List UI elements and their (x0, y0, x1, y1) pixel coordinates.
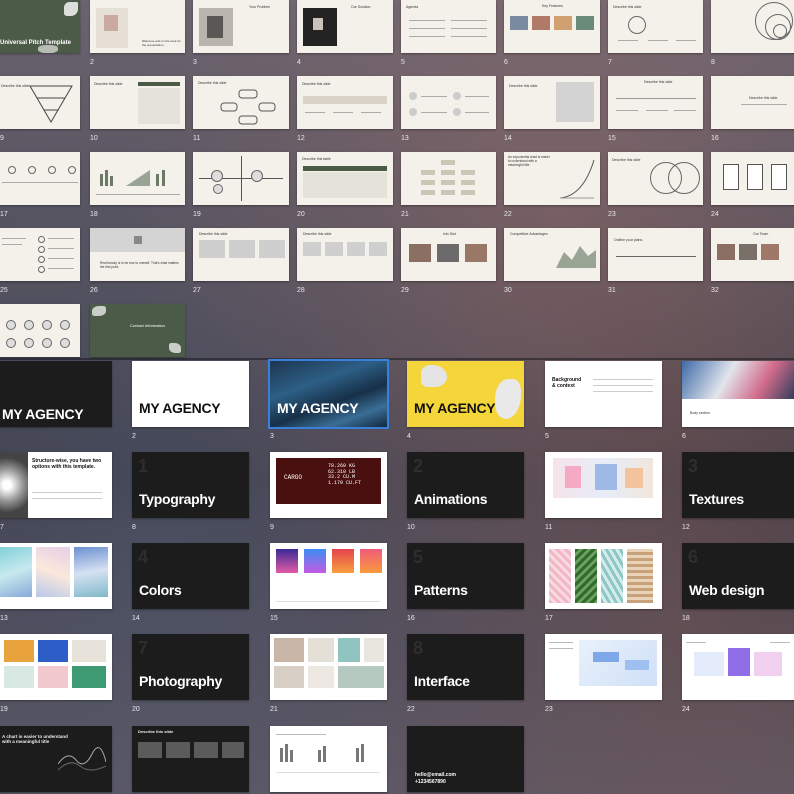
slide-thumb[interactable] (711, 0, 794, 53)
slide-thumb[interactable]: Describe this slide (504, 76, 600, 129)
slide-thumb[interactable]: Body section (682, 361, 794, 427)
slide-thumb[interactable]: Welcome and on the area for the presenta… (90, 0, 185, 53)
slide-thumb[interactable]: Universal Pitch Template (0, 0, 80, 53)
slide-thumb[interactable] (270, 726, 387, 792)
slide-thumb[interactable]: A chart is easier to understand with a m… (0, 726, 112, 792)
slide-thumb[interactable]: MY AGENCY (268, 359, 389, 429)
slide-thumb[interactable] (0, 228, 80, 281)
slide-thumb[interactable]: Info Slot (401, 228, 496, 281)
slide-thumb[interactable]: Background & context (545, 361, 662, 427)
slide-thumb[interactable]: Our Team (711, 228, 794, 281)
slide-thumb[interactable]: Competitive Advantages (504, 228, 600, 281)
slide-thumb[interactable]: Describe this slide (193, 76, 289, 129)
slide-thumb[interactable] (0, 152, 80, 205)
slide-thumb[interactable]: Describe this slide (608, 152, 703, 205)
slide-thumb[interactable]: Your Problem (193, 0, 289, 53)
slide-thumb[interactable]: Structure-wise, you have two options wit… (0, 452, 112, 518)
slide-thumb[interactable]: 5 Patterns (407, 543, 524, 609)
slide-thumb[interactable] (711, 152, 794, 205)
slide-thumb[interactable]: An exponential chart is easier to unders… (504, 152, 600, 205)
slide-thumb[interactable] (90, 152, 185, 205)
slide-thumb[interactable]: Describe this slide (608, 0, 703, 53)
slide-thumb[interactable] (0, 543, 112, 609)
slide-thumb[interactable]: 8 Interface (407, 634, 524, 700)
slide-thumb[interactable]: Agenda (401, 0, 496, 53)
section-divider (0, 358, 794, 360)
slide-thumb[interactable]: 2 Animations (407, 452, 524, 518)
slide-thumb[interactable]: hello@email.com +1234567890 (407, 726, 524, 792)
slide-thumb[interactable]: Contact Information (90, 304, 185, 357)
slide-thumb[interactable] (270, 543, 387, 609)
slide-thumb[interactable]: Outline your plans (608, 228, 703, 281)
slide-thumb[interactable]: 6 Web design (682, 543, 794, 609)
contact-phone: +1234567890 (415, 779, 446, 785)
slide-thumb[interactable]: MY AGENCY (0, 361, 112, 427)
slide-thumb[interactable] (682, 634, 794, 700)
slide-thumb[interactable]: Real beauty is to be true to oneself. Th… (90, 228, 185, 281)
slide-thumb[interactable]: Describe this slide (0, 76, 80, 129)
slide-thumb[interactable] (193, 152, 289, 205)
slide-thumb[interactable]: Describe this table (297, 152, 393, 205)
slide-thumb[interactable]: 3 Textures (682, 452, 794, 518)
slide-thumb[interactable]: Describe this slide (711, 76, 794, 129)
slide-thumb[interactable] (0, 634, 112, 700)
slide-thumb[interactable] (545, 543, 662, 609)
slide-thumb[interactable]: MY AGENCY (407, 361, 524, 427)
contact-email: hello@email.com (415, 772, 456, 778)
slide-thumb[interactable]: Key Features (504, 0, 600, 53)
slide-thumb[interactable]: 7 Photography (132, 634, 249, 700)
slide-thumb[interactable]: Describe this slide (297, 228, 393, 281)
slide-thumb[interactable]: Describe this slide (297, 76, 393, 129)
slide-thumb[interactable]: Describe this slide (193, 228, 289, 281)
slide-thumb[interactable]: Describe this slide (90, 76, 185, 129)
slide-thumb[interactable]: Our Solution (297, 0, 393, 53)
slide-thumb[interactable]: Describe this slide (608, 76, 703, 129)
slide-thumb[interactable]: Describe this slide (132, 726, 249, 792)
slide-thumb[interactable]: 1 Typography (132, 452, 249, 518)
slide-thumb[interactable]: CARGO 78.260 KG 62.310 LB 33.2 CU.M 1.17… (270, 452, 387, 518)
slide-thumb[interactable] (0, 304, 80, 357)
slide-thumb[interactable] (401, 76, 496, 129)
slide-thumb[interactable]: 4 Colors (132, 543, 249, 609)
slide-thumb[interactable]: MY AGENCY (132, 361, 249, 427)
slide-thumb[interactable] (545, 452, 662, 518)
slide-thumb[interactable] (270, 634, 387, 700)
slide-thumb[interactable] (545, 634, 662, 700)
slide-thumb[interactable] (401, 152, 496, 205)
